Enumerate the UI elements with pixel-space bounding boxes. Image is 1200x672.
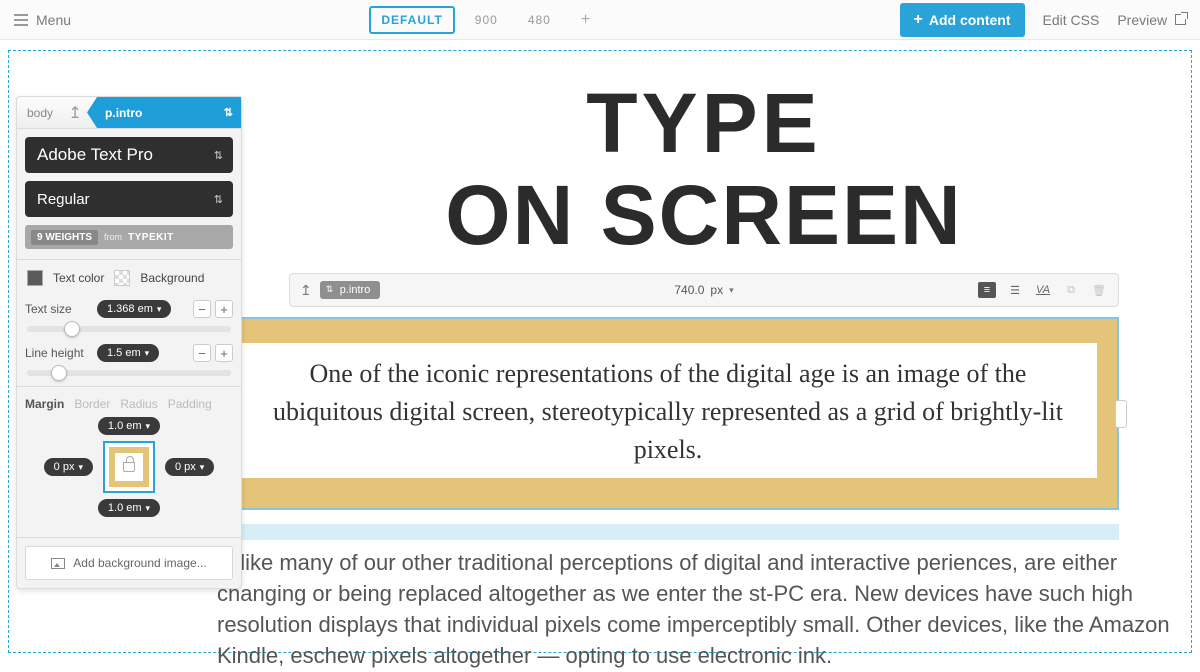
align-left-icon[interactable]: ≡ (978, 282, 996, 298)
weights-count: 9 WEIGHTS (31, 230, 98, 245)
text-size-increment[interactable]: + (215, 300, 233, 318)
line-height-decrement[interactable]: − (193, 344, 211, 362)
tab-padding[interactable]: Padding (168, 397, 212, 411)
title-line-2: ON SCREEN (217, 171, 1191, 259)
margin-indicator (217, 524, 1119, 540)
chevron-down-icon: ▾ (78, 462, 83, 473)
add-content-label: Add content (929, 12, 1011, 28)
body-paragraph[interactable]: s, like many of our other traditional pe… (217, 548, 1179, 671)
intro-text: One of the iconic representations of the… (239, 343, 1097, 478)
letter-spacing-icon[interactable]: VA (1034, 282, 1052, 298)
breakpoint-900[interactable]: 900 (465, 8, 508, 32)
margin-editor: 1.0 em▾ 0 px▾ 0 px▾ 1.0 em▾ (17, 417, 241, 527)
select-arrows-icon: ⇅ (214, 149, 223, 162)
line-height-label: Line height (25, 346, 89, 360)
margin-top[interactable]: 1.0 em▾ (98, 417, 160, 435)
text-size-label: Text size (25, 302, 89, 316)
line-height-value[interactable]: 1.5 em▾ (97, 344, 159, 362)
selector-breadcrumb: body ↥ p.intro ⇅ (17, 97, 241, 129)
background-label: Background (140, 271, 204, 285)
text-size-decrement[interactable]: − (193, 300, 211, 318)
tab-radius[interactable]: Radius (120, 397, 157, 411)
external-link-icon (1175, 14, 1186, 25)
margin-left[interactable]: 0 px▾ (44, 458, 93, 476)
expand-icon: ⇅ (224, 106, 233, 119)
duplicate-icon[interactable]: ⧉ (1062, 282, 1080, 298)
tab-border[interactable]: Border (74, 397, 110, 411)
breakpoint-default[interactable]: DEFAULT (369, 6, 454, 34)
text-size-value[interactable]: 1.368 em▾ (97, 300, 171, 318)
add-content-button[interactable]: + Add content (900, 3, 1025, 37)
chevron-down-icon: ▾ (200, 462, 205, 473)
add-breakpoint-button[interactable]: + (571, 6, 601, 34)
edit-css-link[interactable]: Edit CSS (1043, 12, 1100, 28)
font-family-value: Adobe Text Pro (37, 145, 153, 165)
element-width-readout[interactable]: 740.0 px ▾ (674, 283, 733, 297)
element-selector-tag[interactable]: p.intro (320, 281, 381, 299)
box-preview (103, 441, 155, 493)
menu-button[interactable]: Menu (14, 12, 71, 28)
chevron-down-icon: ▾ (146, 421, 151, 432)
line-height-increment[interactable]: + (215, 344, 233, 362)
width-unit: px (710, 283, 723, 297)
intro-paragraph-selected[interactable]: One of the iconic representations of the… (217, 317, 1119, 510)
element-toolbar: ↥ p.intro 740.0 px ▾ ≡ ☰ VA ⧉ 🗑 (289, 273, 1119, 307)
style-panel: body ↥ p.intro ⇅ Adobe Text Pro ⇅ Regula… (16, 96, 242, 589)
resize-handle[interactable] (1115, 400, 1127, 428)
crumb-up-icon[interactable]: ↥ (63, 103, 87, 123)
add-background-button[interactable]: Add background image... (25, 546, 233, 580)
color-row: Text color Background (17, 260, 241, 294)
text-color-swatch[interactable] (27, 270, 43, 286)
text-color-label: Text color (53, 271, 104, 285)
hamburger-icon (14, 14, 28, 26)
topbar: Menu DEFAULT 900 480 + + Add content Edi… (0, 0, 1200, 40)
weights-from: from (104, 232, 122, 242)
slider-thumb[interactable] (51, 365, 67, 381)
background-swatch[interactable] (114, 270, 130, 286)
crumb-selected[interactable]: p.intro ⇅ (87, 97, 241, 128)
crumb-selected-label: p.intro (105, 106, 142, 120)
preview-label: Preview (1117, 12, 1167, 28)
chevron-down-icon: ▾ (145, 348, 150, 359)
line-height-slider[interactable] (27, 370, 231, 376)
breakpoint-480[interactable]: 480 (518, 8, 561, 32)
line-height-row: Line height 1.5 em▾ − + (17, 338, 241, 368)
slider-thumb[interactable] (64, 321, 80, 337)
font-style-select[interactable]: Regular ⇅ (25, 181, 233, 217)
add-background-label: Add background image... (73, 556, 206, 570)
chevron-down-icon: ▾ (729, 285, 734, 296)
text-size-slider[interactable] (27, 326, 231, 332)
plus-icon: + (914, 11, 923, 29)
margin-bottom[interactable]: 1.0 em▾ (98, 499, 160, 517)
canvas: TYPE ON SCREEN ↥ p.intro 740.0 px ▾ ≡ ☰ … (217, 79, 1191, 652)
chevron-down-icon: ▾ (146, 503, 151, 514)
select-parent-icon[interactable]: ↥ (300, 282, 312, 299)
width-value: 740.0 (674, 283, 704, 297)
box-model-tabs: Margin Border Radius Padding (17, 387, 241, 417)
select-arrows-icon: ⇅ (214, 193, 223, 206)
page-title[interactable]: TYPE ON SCREEN (217, 79, 1191, 259)
weights-source: TYPEKIT (128, 232, 174, 243)
align-justify-icon[interactable]: ☰ (1006, 282, 1024, 298)
topbar-actions: + Add content Edit CSS Preview (900, 3, 1187, 37)
crumb-root[interactable]: body (17, 106, 63, 120)
preview-link[interactable]: Preview (1117, 12, 1186, 28)
breakpoint-switcher: DEFAULT 900 480 + (71, 6, 899, 34)
menu-label: Menu (36, 12, 71, 28)
text-size-row: Text size 1.368 em▾ − + (17, 294, 241, 324)
divider (17, 537, 241, 538)
title-line-1: TYPE (217, 79, 1191, 167)
tab-margin[interactable]: Margin (25, 397, 64, 411)
weights-badge-row[interactable]: 9 WEIGHTS from TYPEKIT (25, 225, 233, 249)
image-icon (51, 558, 65, 569)
font-family-select[interactable]: Adobe Text Pro ⇅ (25, 137, 233, 173)
font-style-value: Regular (37, 191, 90, 208)
chevron-down-icon: ▾ (157, 304, 162, 315)
lock-icon[interactable] (123, 462, 135, 472)
margin-right[interactable]: 0 px▾ (165, 458, 214, 476)
delete-icon[interactable]: 🗑 (1090, 282, 1108, 298)
